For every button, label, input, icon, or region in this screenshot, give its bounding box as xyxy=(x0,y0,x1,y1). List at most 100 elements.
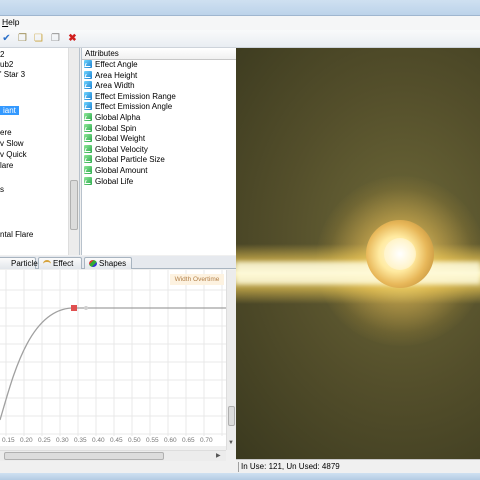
status-bar: In Use: 121, Un Used: 4879 xyxy=(236,459,480,473)
left-panel-footer xyxy=(0,461,236,473)
tick-label: 0.15 xyxy=(2,437,15,444)
attribute-item[interactable]: Effect Angle xyxy=(82,60,236,71)
curve-icon xyxy=(84,112,92,121)
attribute-item[interactable]: Global Life xyxy=(82,176,236,188)
attribute-item[interactable]: Global Weight xyxy=(82,134,236,145)
attribute-label: Effect Angle xyxy=(95,60,138,69)
tree-item[interactable]: v Quick xyxy=(0,150,27,159)
tree-scrollbar-thumb[interactable] xyxy=(70,180,78,230)
tree-item[interactable]: s xyxy=(0,185,4,194)
particle-beam-core xyxy=(236,262,480,284)
tick-label: 0.25 xyxy=(38,437,51,444)
attribute-label: Global Velocity xyxy=(95,144,148,154)
curve-icon xyxy=(84,123,92,132)
tab-label: Particle xyxy=(11,259,38,268)
graph-vertical-scrollbar-thumb[interactable] xyxy=(228,406,235,426)
tab-shapes[interactable]: Shapes xyxy=(84,257,132,269)
control-point[interactable] xyxy=(71,305,77,311)
menu-help[interactable]: Help xyxy=(2,17,19,27)
attribute-item[interactable]: Area Width xyxy=(82,81,236,92)
delete-icon[interactable]: ✖ xyxy=(66,32,79,45)
attribute-label: Global Amount xyxy=(95,165,148,175)
attribute-item[interactable]: Area Height xyxy=(82,70,236,82)
tree-item[interactable]: lare xyxy=(0,161,13,170)
curve-graph-canvas[interactable] xyxy=(0,270,226,442)
toolbar: ✔ ❐ ❏ ❐ ✖ xyxy=(0,30,480,48)
curve-graph[interactable]: Width Overtime xyxy=(0,270,226,442)
tick-label: 0.45 xyxy=(110,437,123,444)
tick-label: 0.65 xyxy=(182,437,195,444)
particle-core-highlight xyxy=(384,238,416,270)
attributes-header[interactable]: Attributes xyxy=(82,48,236,60)
curve-icon xyxy=(84,165,92,174)
graph-attribute-label: Width Overtime xyxy=(170,274,224,285)
save-icon[interactable]: ✔ xyxy=(0,32,13,45)
shapes-icon xyxy=(89,260,97,267)
attribute-item[interactable]: Global Particle Size xyxy=(82,155,236,166)
curve-icon xyxy=(84,91,92,100)
curve-icon xyxy=(84,155,92,164)
tree-item[interactable]: ere xyxy=(0,128,12,137)
tab-label: Shapes xyxy=(99,259,127,268)
title-bar xyxy=(0,0,480,16)
attributes-list: Effect Angle Area Height Area Width Effe… xyxy=(82,60,236,187)
curve-icon xyxy=(84,102,92,111)
graph-time-axis: 0.15 0.20 0.25 0.30 0.35 0.40 0.45 0.50 … xyxy=(0,436,226,446)
curve-icon xyxy=(84,60,92,68)
tree-item[interactable]: ntal Flare xyxy=(0,230,33,239)
curve-icon xyxy=(84,144,92,153)
tick-label: 0.35 xyxy=(74,437,87,444)
tick-label: 0.40 xyxy=(92,437,105,444)
tick-label: 0.30 xyxy=(56,437,69,444)
open-icon[interactable]: ❏ xyxy=(32,32,45,45)
window-bottom-frame xyxy=(0,473,480,480)
attribute-label: Global Particle Size xyxy=(95,155,165,165)
graph-vertical-scrollbar[interactable]: ▼ xyxy=(226,270,236,450)
effect-icon xyxy=(43,260,51,267)
attribute-item[interactable]: Global Velocity xyxy=(82,144,236,156)
tick-label: 0.70 xyxy=(200,437,213,444)
attribute-item[interactable]: Global Amount xyxy=(82,165,236,177)
scroll-down-icon[interactable]: ▼ xyxy=(228,440,234,446)
tree-item-selected[interactable]: iant xyxy=(0,106,19,115)
graph-horizontal-scrollbar[interactable]: ▶ xyxy=(0,450,226,461)
tick-label: 0.50 xyxy=(128,437,141,444)
attribute-label: Effect Emission Range xyxy=(95,91,176,101)
tab-particle[interactable]: Particle xyxy=(0,257,38,269)
tree-item[interactable]: 2 xyxy=(0,50,4,59)
curve-icon xyxy=(84,70,92,79)
tick-label: 0.55 xyxy=(146,437,159,444)
attribute-item[interactable]: Global Spin xyxy=(82,123,236,135)
attribute-label: Effect Emission Angle xyxy=(95,102,173,112)
tick-label: 0.60 xyxy=(164,437,177,444)
control-point-handle[interactable] xyxy=(84,306,88,310)
copy-icon[interactable]: ❐ xyxy=(49,32,62,45)
tree-item[interactable]: ub2 xyxy=(0,60,13,69)
tick-label: 0.20 xyxy=(20,437,33,444)
effect-preview[interactable] xyxy=(236,48,480,459)
tab-effect[interactable]: Effect xyxy=(38,257,82,269)
graph-horizontal-scrollbar-thumb[interactable] xyxy=(4,452,164,460)
tree-scrollbar[interactable] xyxy=(68,48,79,255)
status-separator xyxy=(238,462,239,472)
curve-icon xyxy=(84,134,92,143)
new-icon[interactable]: ❐ xyxy=(16,32,29,45)
curve-icon xyxy=(84,176,92,185)
attribute-label: Global Spin xyxy=(95,123,137,133)
scroll-right-icon[interactable]: ▶ xyxy=(216,452,221,459)
attribute-label: Global Weight xyxy=(95,134,146,144)
particle-count-status: In Use: 121, Un Used: 4879 xyxy=(241,462,340,471)
attribute-item[interactable]: Effect Emission Angle xyxy=(82,102,236,113)
tree-item[interactable]: ' Star 3 xyxy=(0,70,25,79)
menu-bar: Help xyxy=(0,16,480,30)
curve-line xyxy=(0,307,226,421)
attribute-label: Global Alpha xyxy=(95,112,141,122)
editor-tabs: Particle Effect Shapes xyxy=(0,256,236,269)
attribute-item[interactable]: Global Alpha xyxy=(82,112,236,124)
attribute-item[interactable]: Effect Emission Range xyxy=(82,91,236,103)
attribute-label: Global Life xyxy=(95,176,134,186)
curve-icon xyxy=(84,81,92,90)
attribute-label: Area Height xyxy=(95,70,138,80)
attributes-panel: Attributes Effect Angle Area Height Area… xyxy=(81,48,236,255)
tree-item[interactable]: v Slow xyxy=(0,139,24,148)
